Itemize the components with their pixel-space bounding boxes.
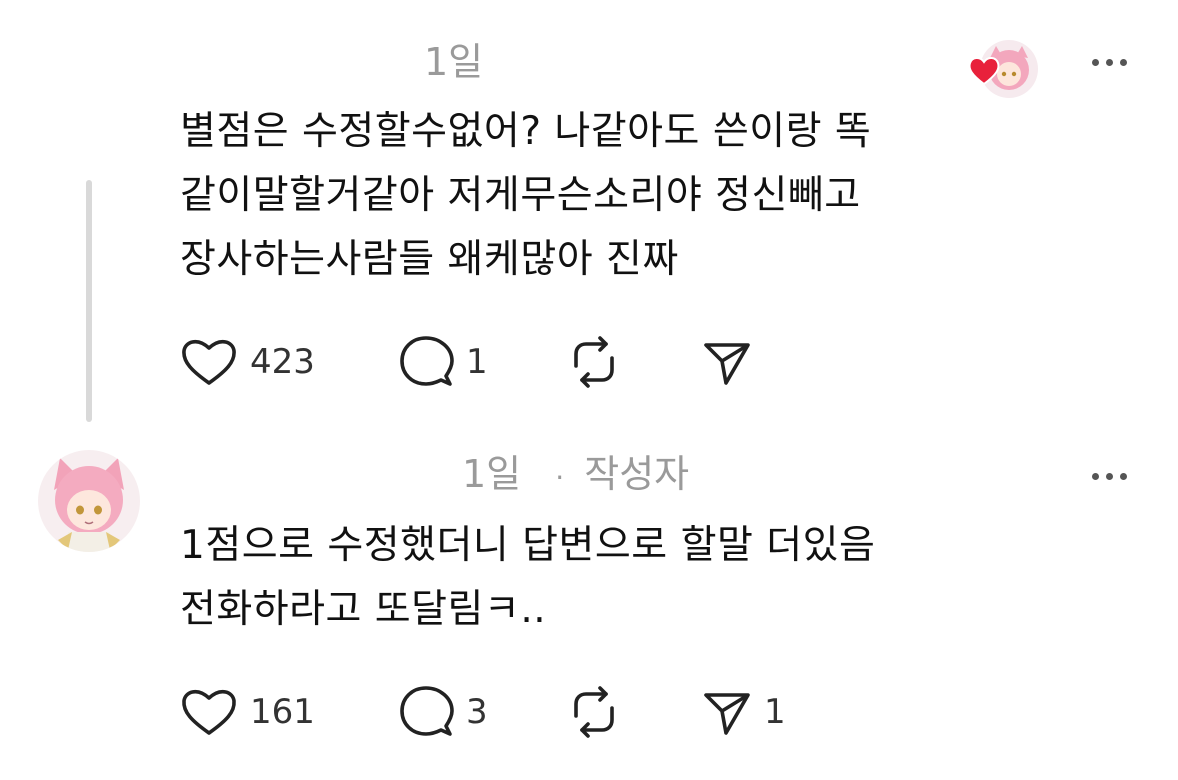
reply2-meta: 1일 · 작성자 — [462, 452, 689, 500]
meta-separator: · — [555, 461, 565, 494]
more-icon — [1092, 472, 1099, 480]
comment-icon — [400, 686, 454, 736]
reply1-like-count: 423 — [250, 342, 315, 382]
reply2-actions: 161 3 1 — [180, 682, 822, 742]
repost-icon — [574, 336, 614, 388]
author-like-indicator[interactable] — [968, 40, 1040, 98]
heart-icon — [182, 689, 236, 735]
reply1-text: 별점은 수정할수없어? 나같아도 쓴이랑 똑 같이말할거같아 저게무슨소리야 정… — [180, 109, 872, 282]
reply2-comment-count: 3 — [466, 692, 488, 732]
reply2-repost-button[interactable] — [566, 682, 702, 742]
share-icon — [704, 343, 750, 385]
reply1-timestamp: 1일 — [424, 40, 484, 84]
reply1-more-button[interactable] — [1092, 52, 1127, 72]
reply2-timestamp: 1일 — [462, 452, 522, 496]
more-icon — [1092, 58, 1099, 66]
reply1-actions: 423 1 — [180, 332, 822, 392]
heart-badge-icon — [968, 57, 1000, 86]
reply2-comment-button[interactable]: 3 — [398, 682, 566, 742]
author-badge: 작성자 — [584, 452, 690, 496]
share-icon — [704, 693, 750, 735]
repost-icon — [574, 686, 614, 738]
reply2-more-button[interactable] — [1092, 466, 1127, 486]
reply1-comment-button[interactable]: 1 — [398, 332, 566, 392]
reply1-repost-button[interactable] — [566, 332, 702, 392]
author-avatar[interactable] — [38, 450, 140, 552]
reply1-like-button[interactable]: 423 — [180, 332, 398, 392]
thread-line — [86, 180, 92, 422]
reply1-comment-count: 1 — [466, 342, 488, 382]
reply2-share-button[interactable]: 1 — [702, 682, 822, 742]
reply1-share-button[interactable] — [702, 332, 822, 392]
reply2-like-button[interactable]: 161 — [180, 682, 398, 742]
comment-icon — [400, 336, 454, 386]
heart-icon — [182, 339, 236, 385]
reply2-like-count: 161 — [250, 692, 315, 732]
avatar-image — [38, 450, 140, 552]
reply2-text: 1점으로 수정했더니 답변으로 할말 더있음 전화하라고 또달림ㅋ.. — [180, 523, 876, 632]
reply2-share-count: 1 — [764, 692, 786, 732]
